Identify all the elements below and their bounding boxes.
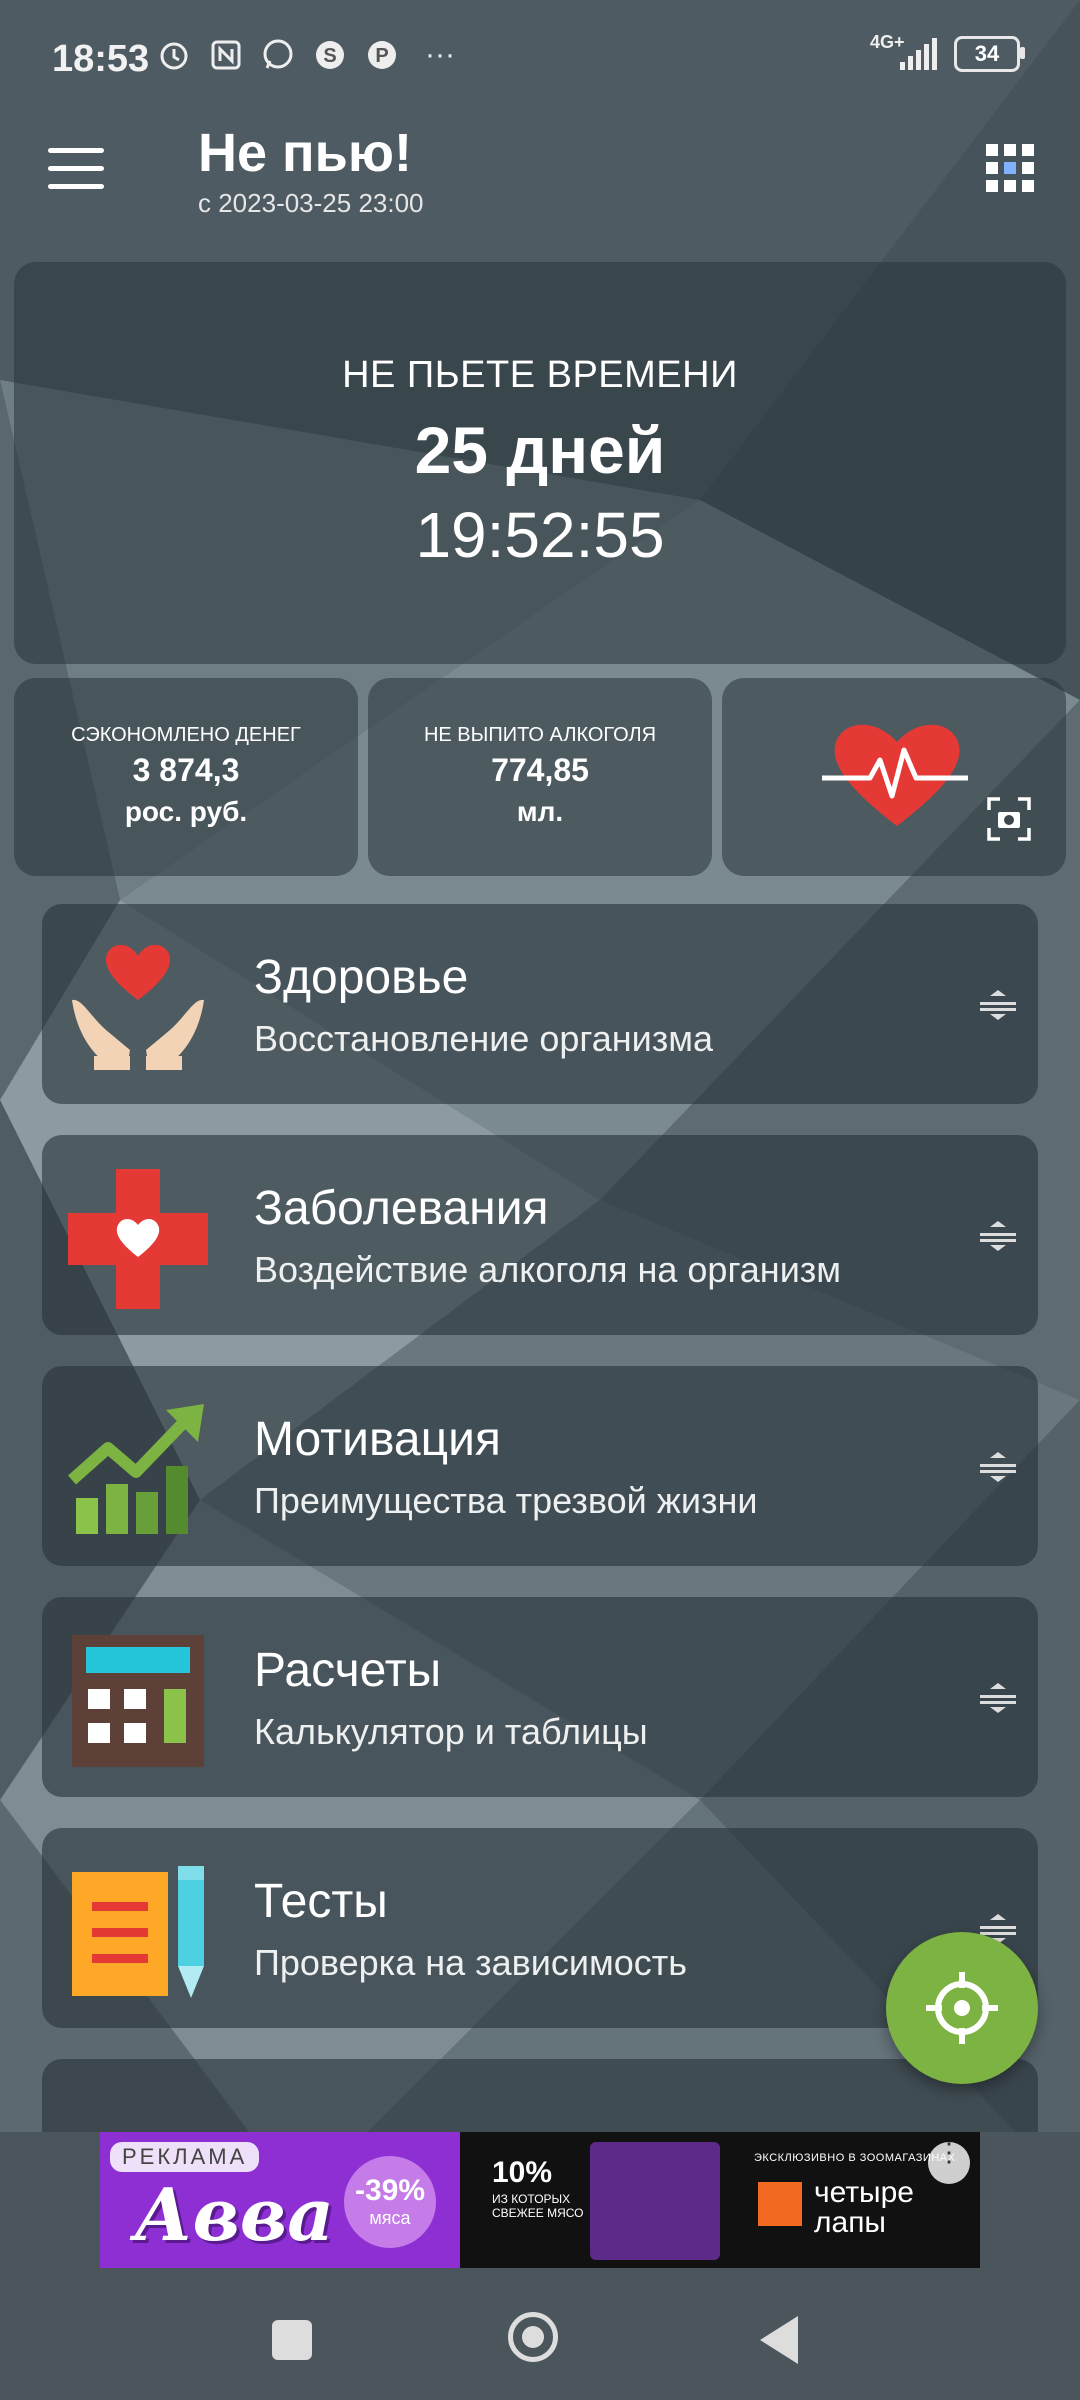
menu-item-subtitle: Калькулятор и таблицы: [254, 1711, 648, 1752]
calculator-icon: [72, 1635, 204, 1767]
screenshot-camera-icon[interactable]: [986, 796, 1032, 842]
system-indicators: 4G+ 34: [870, 32, 1025, 72]
stat-title: СЭКОНОМЛЕНО ДЕНЕГ: [71, 724, 301, 746]
crosshair-icon: [926, 1972, 998, 2044]
menu-item-title: Здоровье: [254, 951, 469, 1004]
pinterest-icon: P: [363, 36, 401, 74]
menu-item-diseases[interactable]: Заболевания Воздействие алкоголя на орга…: [42, 1135, 1038, 1335]
stat-unit: мл.: [516, 796, 564, 827]
ad-exclusive-note: ЭКСКЛЮЗИВНО В ЗООМАГАЗИНАХ: [754, 2152, 956, 2164]
menu-item-subtitle: Воздействие алкоголя на организм: [254, 1249, 842, 1290]
stat-value: 774,85: [491, 752, 589, 788]
ad-promo: 10%: [492, 2156, 553, 2189]
timer-days: 25 дней: [414, 413, 666, 487]
status-bar: 18:53 S P ··· 4G+ 34: [0, 0, 1080, 100]
ad-store-line1: четыре: [814, 2176, 914, 2209]
ad-promo-sub: ИЗ КОТОРЫХ СВЕЖЕЕ МЯСО: [492, 2192, 584, 2220]
stat-unit: рос. руб.: [124, 796, 248, 827]
ad-banner[interactable]: РЕКЛАМА Авва -39% мяса 10% ИЗ КОТОРЫХ СВ…: [100, 2132, 980, 2268]
heart-rate-card[interactable]: [722, 678, 1066, 876]
heart-hands-icon: [72, 944, 204, 1070]
locate-fab[interactable]: [886, 1932, 1038, 2084]
ad-product-image: [590, 2142, 720, 2260]
more-notifications-icon: ···: [425, 38, 455, 71]
grid-view-icon[interactable]: [986, 144, 1034, 192]
menu-icon[interactable]: [48, 148, 104, 192]
drag-handle-icon[interactable]: [980, 1221, 1016, 1251]
ad-brand: Авва: [134, 2172, 334, 2257]
recent-apps-button[interactable]: [272, 2320, 312, 2360]
svg-text:P: P: [375, 45, 388, 67]
menu-item-title: Расчеты: [254, 1644, 442, 1697]
svg-text:S: S: [323, 45, 336, 67]
start-date: с 2023-03-25 23:00: [198, 188, 424, 218]
nfc-icon: [207, 36, 245, 74]
alarm-icon: [155, 36, 193, 74]
menu-item-title: Заболевания: [254, 1182, 549, 1235]
ad-store-name: четыре лапы: [814, 2178, 914, 2238]
home-button[interactable]: [508, 2312, 558, 2362]
battery-icon: 34: [954, 36, 1025, 72]
app-title: Не пью!: [198, 123, 412, 183]
whatsapp-icon: [259, 36, 297, 74]
signal-icon: 4G+: [870, 32, 940, 72]
stat-value: 3 874,3: [132, 752, 240, 788]
medical-cross-icon: [68, 1169, 208, 1309]
store-logo-icon: [758, 2182, 802, 2226]
menu-item-motivation[interactable]: Мотивация Преимущества трезвой жизни: [42, 1366, 1038, 1566]
notification-icons: S P ···: [155, 36, 465, 74]
ad-discount-sub: мяса: [369, 2208, 411, 2228]
ad-options-icon[interactable]: ⋮: [928, 2139, 970, 2184]
ad-area: РЕКЛАМА Авва -39% мяса 10% ИЗ КОТОРЫХ СВ…: [0, 2132, 1080, 2280]
drag-handle-icon[interactable]: [980, 1452, 1016, 1482]
menu-item-title: Тесты: [254, 1875, 388, 1928]
timer-clock: 19:52:55: [415, 499, 665, 571]
app-bar: Не пью! с 2023-03-25 23:00: [0, 100, 1080, 250]
ad-discount: -39%: [354, 2174, 426, 2207]
ad-discount-badge: -39% мяса: [344, 2156, 436, 2248]
test-notepad-icon: [72, 1866, 204, 1998]
heartbeat-icon: [822, 724, 968, 826]
timer-label: НЕ ПЬЕТЕ ВРЕМЕНИ: [342, 354, 738, 396]
drag-handle-icon[interactable]: [980, 1683, 1016, 1713]
status-time: 18:53: [52, 38, 150, 80]
menu-item-calculations[interactable]: Расчеты Калькулятор и таблицы: [42, 1597, 1038, 1797]
menu-item-subtitle: Проверка на зависимость: [254, 1942, 688, 1983]
drag-handle-icon[interactable]: [980, 990, 1016, 1020]
growth-chart-icon: [68, 1404, 204, 1534]
skype-icon: S: [311, 36, 349, 74]
alcohol-not-drunk-card: НЕ ВЫПИТО АЛКОГОЛЯ 774,85 мл.: [368, 678, 712, 876]
ad-label: РЕКЛАМА: [110, 2142, 260, 2172]
menu-item-subtitle: Преимущества трезвой жизни: [254, 1480, 758, 1521]
system-nav-bar: [0, 2280, 1080, 2400]
money-saved-card: СЭКОНОМЛЕНО ДЕНЕГ 3 874,3 рос. руб.: [14, 678, 358, 876]
ad-store-line2: лапы: [814, 2206, 886, 2239]
back-button[interactable]: [760, 2316, 798, 2364]
menu-item-health[interactable]: Здоровье Восстановление организма: [42, 904, 1038, 1104]
menu-item-subtitle: Восстановление организма: [254, 1018, 714, 1059]
sobriety-timer-card: НЕ ПЬЕТЕ ВРЕМЕНИ 25 дней 19:52:55: [14, 262, 1066, 664]
menu-item-title: Мотивация: [254, 1413, 501, 1466]
stat-title: НЕ ВЫПИТО АЛКОГОЛЯ: [423, 724, 657, 746]
menu-item-partial[interactable]: [42, 2059, 1038, 2132]
